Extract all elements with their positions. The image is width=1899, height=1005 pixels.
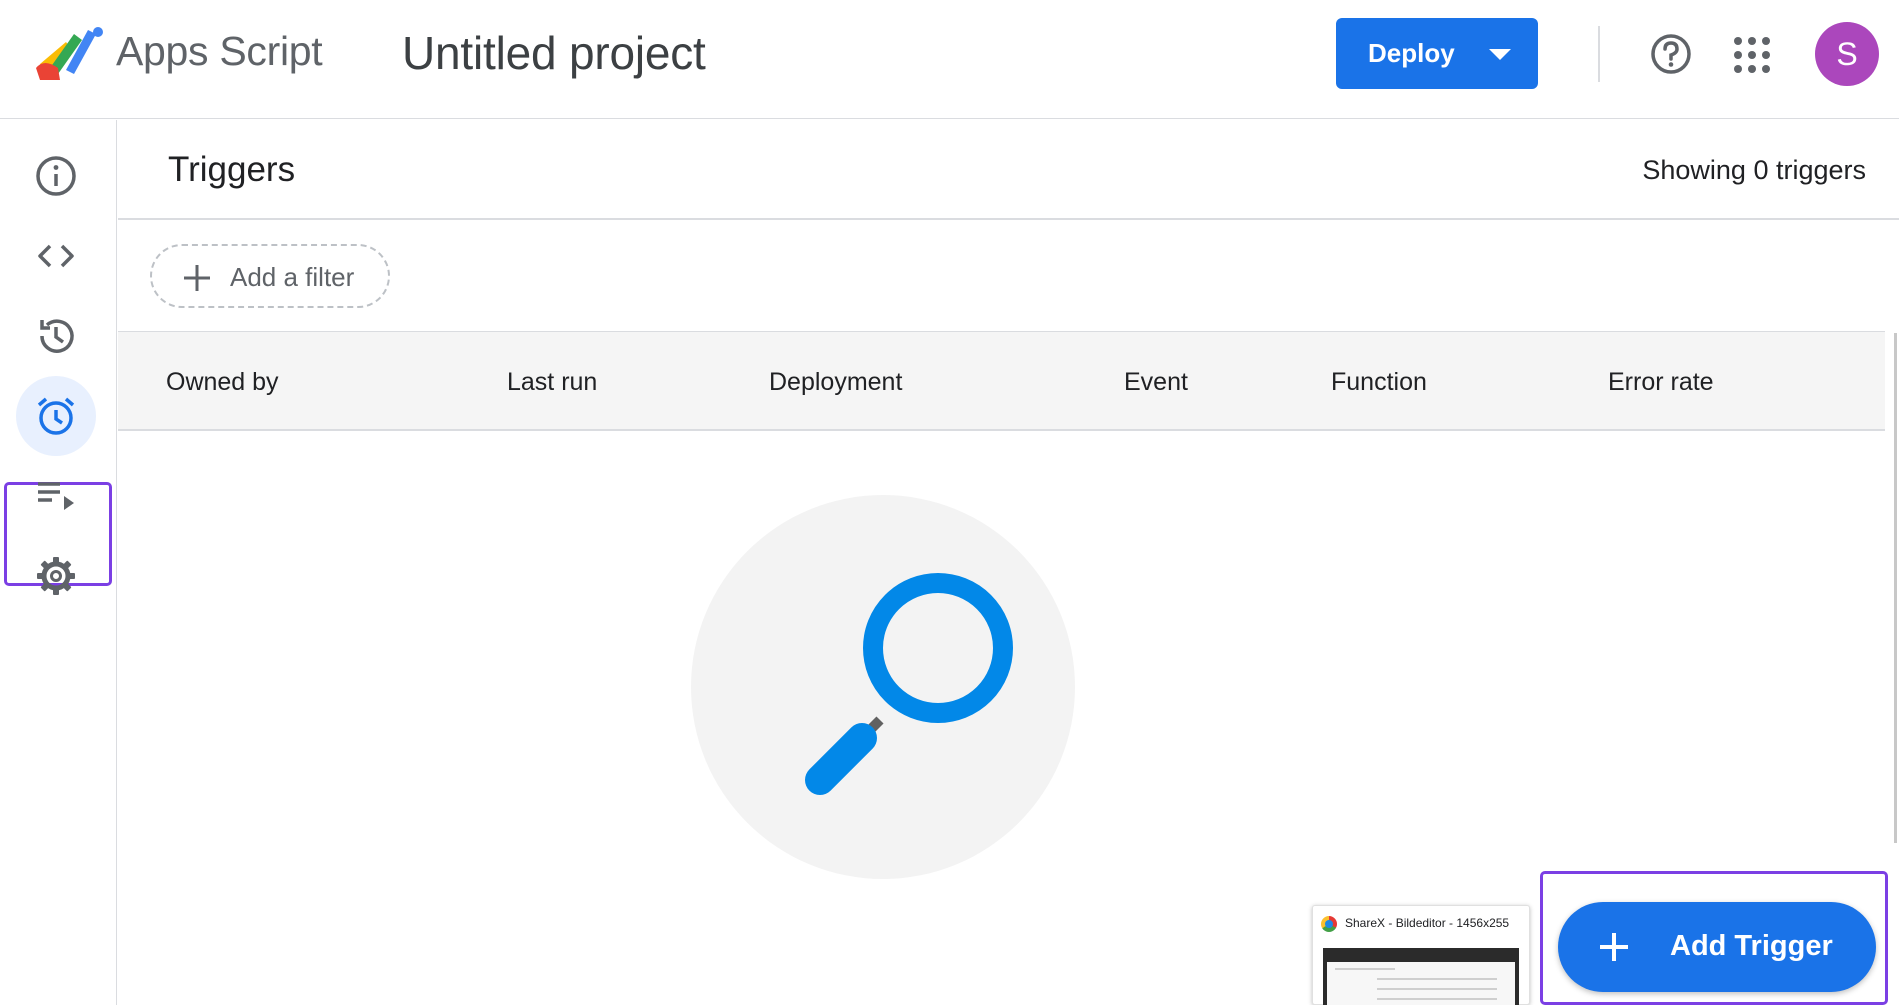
trigger-count: Showing 0 triggers (1642, 155, 1866, 185)
code-icon (38, 244, 74, 268)
gear-icon (37, 557, 75, 595)
preview-line (1335, 968, 1395, 970)
column-last-run[interactable]: Last run (507, 368, 597, 397)
column-owned-by[interactable]: Owned by (166, 368, 279, 397)
sharex-app-icon (1321, 916, 1337, 932)
popup-title: ShareX - Bildeditor - 1456x255 (1345, 916, 1510, 930)
page-title: Triggers (168, 150, 296, 189)
plus-icon (1600, 933, 1628, 961)
sidebar-item-editor[interactable] (16, 216, 96, 296)
sharex-thumbnail-popup[interactable]: ShareX - Bildeditor - 1456x255 (1312, 905, 1530, 1005)
caret-down-icon (1489, 49, 1511, 60)
table-header: Owned by Last run Deployment Event Funct… (118, 331, 1885, 431)
preview-line (1377, 978, 1497, 980)
preview-content (1327, 962, 1515, 1005)
history-icon (40, 319, 74, 353)
sidebar-item-settings[interactable] (16, 536, 96, 616)
add-filter-button[interactable]: Add a filter (150, 244, 390, 308)
deploy-label: Deploy (1368, 38, 1455, 68)
add-filter-label: Add a filter (230, 262, 355, 292)
avatar[interactable]: S (1815, 22, 1879, 86)
project-title[interactable]: Untitled project (402, 26, 706, 80)
sidebar-item-triggers[interactable] (16, 376, 96, 456)
left-nav (0, 120, 117, 1005)
column-event[interactable]: Event (1124, 368, 1188, 397)
alarm-icon (37, 397, 75, 435)
title-divider (118, 218, 1899, 220)
preview-line (1377, 998, 1497, 1000)
scrollbar[interactable] (1894, 333, 1897, 843)
sidebar-item-overview[interactable] (16, 136, 96, 216)
column-error-rate[interactable]: Error rate (1608, 368, 1714, 397)
deploy-button[interactable]: Deploy (1336, 18, 1538, 89)
header-divider (1598, 26, 1600, 82)
help-icon[interactable] (1650, 33, 1692, 75)
column-deployment[interactable]: Deployment (769, 368, 902, 397)
apps-script-logo-icon[interactable] (36, 24, 106, 82)
column-function[interactable]: Function (1331, 368, 1427, 397)
plus-icon (184, 265, 210, 291)
popup-preview (1323, 948, 1519, 1005)
sidebar-item-executions[interactable] (16, 456, 96, 536)
preview-line (1377, 988, 1497, 990)
apps-grid-icon[interactable] (1732, 35, 1772, 75)
playlist-play-icon (38, 482, 74, 510)
sidebar-item-project-history[interactable] (16, 296, 96, 376)
magnifier-icon (805, 573, 1013, 795)
top-bar: Apps Script Untitled project Deploy S (0, 0, 1899, 119)
app-name[interactable]: Apps Script (116, 28, 323, 75)
info-icon (36, 156, 76, 196)
add-trigger-button[interactable]: Add Trigger (1558, 902, 1876, 992)
add-trigger-label: Add Trigger (1670, 930, 1833, 962)
